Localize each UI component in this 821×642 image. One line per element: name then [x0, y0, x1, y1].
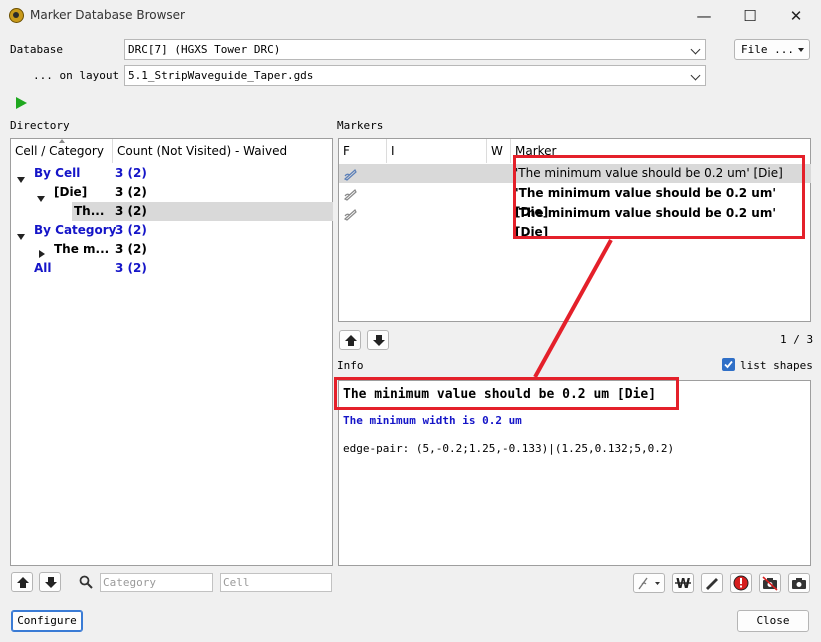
- camera-icon: [792, 578, 806, 589]
- tree-item-count: 3 (2): [115, 185, 147, 199]
- move-down-button[interactable]: [39, 572, 61, 592]
- important-button[interactable]: [730, 573, 752, 593]
- column-header-f[interactable]: F: [339, 139, 387, 163]
- annotation-box-markers: [513, 155, 805, 239]
- app-icon: [9, 8, 24, 23]
- collapse-icon: [39, 250, 45, 258]
- tree-item-label: All: [34, 261, 52, 275]
- tree-item-count: 3 (2): [115, 261, 147, 275]
- marker-icon: [343, 209, 357, 221]
- pencil-icon: [706, 578, 718, 590]
- important-icon: [733, 575, 749, 591]
- search-icon: [79, 575, 93, 589]
- snapshot-button[interactable]: [788, 573, 810, 593]
- tree-row-selected[interactable]: Th... 3 (2): [72, 202, 333, 221]
- tree-item-label: By Category: [34, 223, 117, 237]
- next-marker-button[interactable]: [367, 330, 389, 350]
- minimize-button[interactable]: —: [681, 2, 727, 30]
- waive-icon: W: [675, 577, 691, 592]
- markers-label: Markers: [337, 119, 384, 132]
- configure-button[interactable]: Configure: [11, 610, 83, 632]
- previous-marker-button[interactable]: [339, 330, 361, 350]
- chevron-down-icon: [690, 70, 701, 81]
- dropdown-arrow-icon: [798, 48, 804, 52]
- tree-row-category-item[interactable]: The m... 3 (2): [11, 240, 333, 259]
- layout-label: ... on layout: [33, 69, 120, 82]
- chevron-down-icon: [690, 44, 701, 55]
- sort-indicator-icon: [59, 139, 65, 143]
- marker-icon: [343, 169, 357, 181]
- play-icon: [16, 97, 27, 109]
- marker-icon: [343, 189, 357, 201]
- close-button[interactable]: Close: [737, 610, 809, 632]
- cell-filter-input[interactable]: Cell: [220, 573, 332, 592]
- tree-item-label: Th...: [74, 204, 105, 218]
- info-label: Info: [337, 359, 364, 372]
- marker-page-indicator: 1 / 3: [780, 333, 814, 346]
- tree-item-label: By Cell: [34, 166, 81, 180]
- tree-row-by-category[interactable]: By Category 3 (2): [11, 221, 333, 240]
- svg-text:W: W: [676, 577, 690, 592]
- marker-flag-dropdown[interactable]: [633, 573, 665, 593]
- edit-button[interactable]: [701, 573, 723, 593]
- arrow-up-icon: [345, 335, 357, 346]
- close-window-button[interactable]: ✕: [773, 2, 819, 30]
- arrow-down-icon: [373, 335, 385, 346]
- file-button-label: File ...: [741, 43, 794, 56]
- expand-icon: [37, 196, 45, 202]
- layout-value: 5.1_StripWaveguide_Taper.gds: [128, 69, 314, 82]
- directory-tree[interactable]: Cell / Category Count (Not Visited) - Wa…: [10, 138, 333, 566]
- tree-row-die[interactable]: [Die] 3 (2): [11, 183, 333, 202]
- title-bar: Marker Database Browser — ☐ ✕: [0, 0, 821, 32]
- arrow-up-icon: [17, 577, 29, 588]
- database-value: DRC[7] (HGXS Tower DRC): [128, 43, 281, 56]
- database-label: Database: [10, 43, 63, 56]
- arrow-down-icon: [45, 577, 57, 588]
- tree-item-count: 3 (2): [115, 204, 147, 218]
- checkmark-icon: [724, 360, 733, 369]
- flag-icon: [638, 577, 660, 590]
- window-title: Marker Database Browser: [30, 8, 185, 22]
- hide-snapshot-button[interactable]: [759, 573, 781, 593]
- tree-item-count: 3 (2): [115, 166, 147, 180]
- column-header-count[interactable]: Count (Not Visited) - Waived: [113, 139, 333, 163]
- tree-item-count: 3 (2): [115, 242, 147, 256]
- tree-item-label: The m...: [54, 242, 110, 256]
- maximize-button[interactable]: ☐: [727, 2, 773, 30]
- database-select[interactable]: DRC[7] (HGXS Tower DRC): [124, 39, 706, 60]
- run-button[interactable]: [14, 96, 28, 110]
- move-up-button[interactable]: [11, 572, 33, 592]
- waive-button[interactable]: W: [672, 573, 694, 593]
- camera-off-icon: [762, 576, 778, 591]
- info-detail: edge-pair: (5,-0.2;1.25,-0.133)|(1.25,0.…: [343, 442, 675, 455]
- tree-item-count: 3 (2): [115, 223, 147, 237]
- file-menu-button[interactable]: File ...: [734, 39, 810, 60]
- column-header-w[interactable]: W: [487, 139, 511, 163]
- directory-label: Directory: [10, 119, 70, 132]
- list-shapes-label: list shapes: [740, 359, 813, 372]
- tree-row-by-cell[interactable]: By Cell 3 (2): [11, 164, 333, 183]
- layout-select[interactable]: 5.1_StripWaveguide_Taper.gds: [124, 65, 706, 86]
- category-filter-input[interactable]: Category: [100, 573, 213, 592]
- tree-row-all[interactable]: All 3 (2): [11, 259, 333, 278]
- tree-item-label: [Die]: [54, 185, 88, 199]
- annotation-box-info: [334, 377, 679, 410]
- column-header-i[interactable]: I: [387, 139, 487, 163]
- list-shapes-checkbox[interactable]: [722, 358, 735, 371]
- info-subtitle: The minimum width is 0.2 um: [343, 414, 522, 427]
